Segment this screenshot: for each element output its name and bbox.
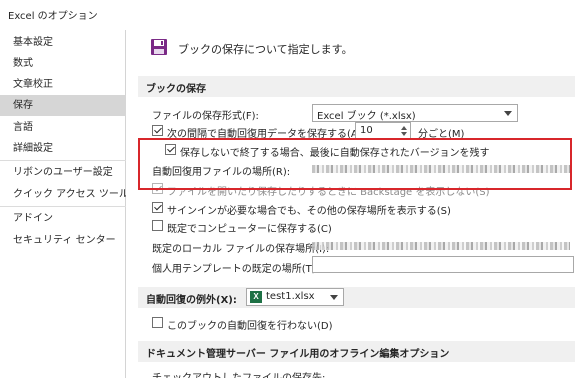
- spin-down-icon[interactable]: [401, 132, 407, 136]
- autorecover-checkbox[interactable]: [152, 125, 163, 136]
- save-floppy-icon: [151, 39, 167, 55]
- sidebar-item-addins[interactable]: アドイン: [0, 208, 126, 229]
- section-header-exceptions: 自動回復の例外(X):: [138, 287, 575, 308]
- section-title: ドキュメント管理サーバー ファイル用のオフライン編集オプション: [146, 349, 450, 360]
- sidebar: 基本設定 数式 文章校正 保存 言語 詳細設定 リボンのユーザー設定 クイック …: [0, 30, 126, 378]
- save-to-computer-label: 既定でコンピューターに保存する(C): [167, 224, 332, 235]
- autorecover-interval-spinner[interactable]: 10: [355, 122, 411, 139]
- template-location-input[interactable]: [312, 256, 574, 273]
- sidebar-item-general[interactable]: 基本設定: [0, 32, 126, 53]
- local-location-label: 既定のローカル ファイルの保存場所(I):: [152, 244, 330, 255]
- save-to-computer-checkbox[interactable]: [152, 220, 163, 231]
- section-title: 自動回復の例外(X):: [146, 295, 237, 306]
- file-format-select[interactable]: Excel ブック (*.xlsx): [312, 104, 518, 122]
- highlight-box: [138, 138, 572, 190]
- exception-workbook-select[interactable]: X test1.xlsx: [246, 288, 344, 306]
- file-format-value: Excel ブック (*.xlsx): [317, 111, 416, 122]
- disable-autorecover-checkbox[interactable]: [152, 317, 163, 328]
- interval-value: 10: [360, 125, 373, 136]
- signin-locations-label: サインインが必要な場合でも、その他の保存場所を表示する(S): [167, 206, 451, 217]
- section-title: ブックの保存: [146, 84, 206, 95]
- sidebar-item-advanced[interactable]: 詳細設定: [0, 138, 126, 159]
- chevron-down-icon: [330, 295, 338, 300]
- file-format-label: ファイルの保存形式(F):: [152, 111, 259, 122]
- sidebar-divider: [0, 206, 126, 207]
- window-title: Excel のオプション: [8, 11, 98, 22]
- disable-autorecover-label: このブックの自動回復を行わない(D): [167, 321, 333, 332]
- chevron-down-icon: [504, 111, 512, 116]
- sidebar-item-formulas[interactable]: 数式: [0, 53, 126, 74]
- sidebar-item-save[interactable]: 保存: [0, 95, 126, 116]
- exception-workbook-value: test1.xlsx: [266, 291, 315, 302]
- sidebar-item-language[interactable]: 言語: [0, 117, 126, 138]
- section-header-save: ブックの保存: [138, 76, 575, 97]
- sidebar-item-quick-access-toolbar[interactable]: クイック アクセス ツール バー: [0, 184, 126, 205]
- title-bar: Excel のオプション: [0, 0, 575, 30]
- section-header-offline: ドキュメント管理サーバー ファイル用のオフライン編集オプション: [138, 341, 575, 362]
- sidebar-divider: [0, 160, 126, 161]
- page-description: ブックの保存について指定します。: [178, 43, 353, 56]
- signin-locations-checkbox[interactable]: [152, 202, 163, 213]
- sidebar-item-proofing[interactable]: 文章校正: [0, 74, 126, 95]
- spin-up-icon[interactable]: [401, 126, 407, 130]
- checkout-location-label: チェックアウトしたファイルの保存先:: [152, 369, 325, 378]
- sidebar-item-customize-ribbon[interactable]: リボンのユーザー設定: [0, 162, 126, 183]
- sidebar-item-trust-center[interactable]: セキュリティ センター: [0, 230, 126, 251]
- excel-file-icon: X: [250, 291, 262, 303]
- template-location-label: 個人用テンプレートの既定の場所(T):: [152, 264, 319, 275]
- local-location-field[interactable]: [312, 242, 570, 250]
